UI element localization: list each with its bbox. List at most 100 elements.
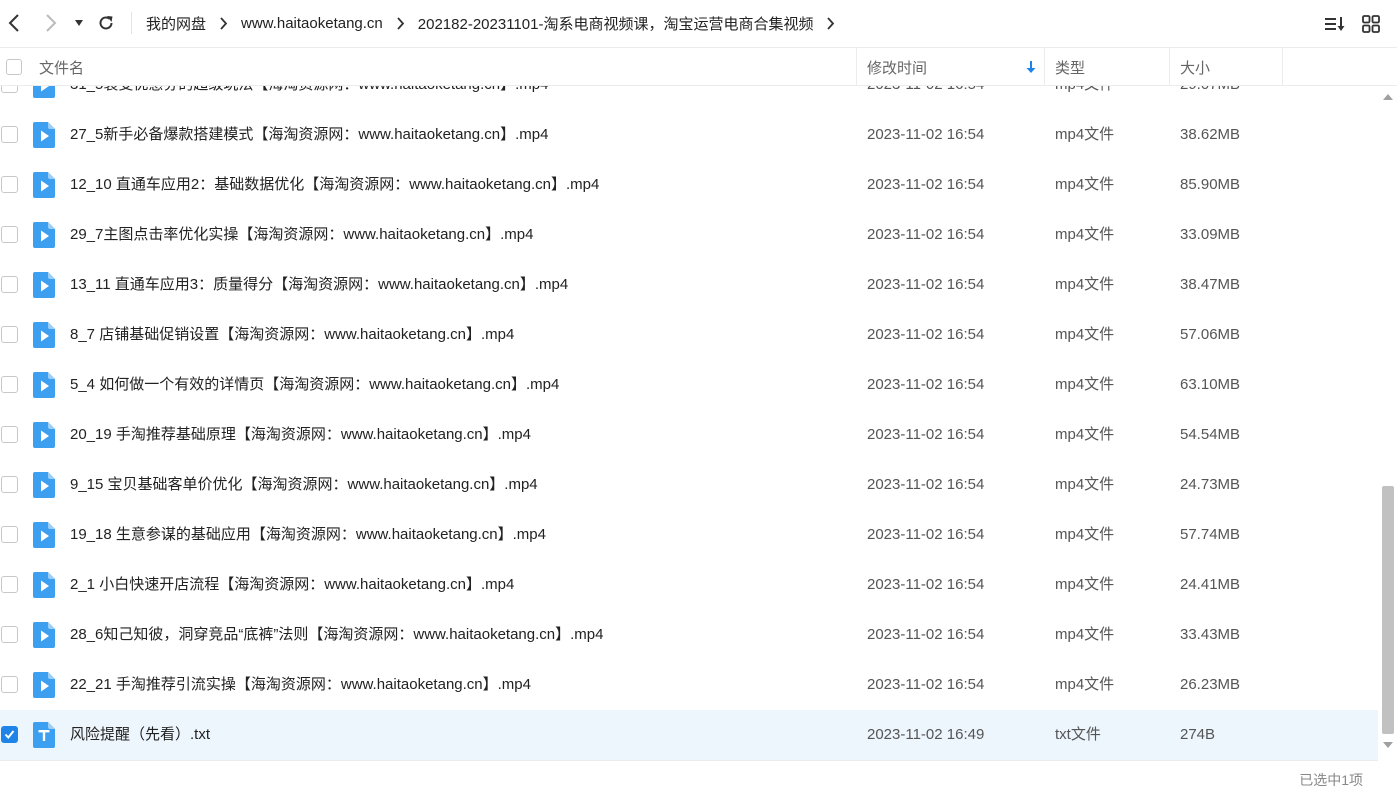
file-size: 26.23MB [1180,676,1241,693]
file-name[interactable]: 20_19 手淘推荐基础原理【海淘资源网：www.haitaoketang.cn… [70,410,531,460]
table-row[interactable]: 13_11 直通车应用3：质量得分【海淘资源网：www.haitaoketang… [0,260,1378,310]
breadcrumb-chevron-icon[interactable] [826,16,835,30]
table-row[interactable]: 9_15 宝贝基础客单价优化【海淘资源网：www.haitaoketang.cn… [0,460,1378,510]
row-checkbox[interactable] [1,426,18,443]
column-divider[interactable] [1169,48,1170,86]
refresh-button[interactable] [93,10,119,36]
column-divider[interactable] [1282,48,1283,86]
breadcrumb-chevron-icon [396,16,405,30]
row-checkbox[interactable] [1,176,18,193]
grid-view-button[interactable] [1359,12,1383,36]
back-button[interactable] [1,10,27,36]
file-type: mp4文件 [1055,526,1115,543]
row-checkbox[interactable] [1,126,18,143]
row-checkbox[interactable] [1,526,18,543]
row-checkbox[interactable] [1,226,18,243]
file-name[interactable]: 29_7主图点击率优化实操【海淘资源网：www.haitaoketang.cn】… [70,210,533,260]
file-size: 57.06MB [1180,326,1241,343]
file-name[interactable]: 12_10 直通车应用2：基础数据优化【海淘资源网：www.haitaoketa… [70,160,599,210]
table-row[interactable]: 20_19 手淘推荐基础原理【海淘资源网：www.haitaoketang.cn… [0,410,1378,460]
file-name[interactable]: 28_6知己知彼，洞穿竞品“底裤”法则【海淘资源网：www.haitaoketa… [70,610,603,660]
sort-list-icon [1325,17,1345,31]
table-row[interactable]: 19_18 生意参谋的基础应用【海淘资源网：www.haitaoketang.c… [0,510,1378,560]
video-file-icon [33,572,55,598]
row-checkbox[interactable] [1,676,18,693]
column-header-name[interactable]: 文件名 [39,48,84,86]
refresh-icon [99,16,113,30]
file-modified-time: 2023-11-02 16:54 [867,326,985,343]
row-checkbox[interactable] [1,626,18,643]
scrollbar-thumb[interactable] [1382,486,1394,734]
file-modified-time: 2023-11-02 16:54 [867,576,985,593]
table-row[interactable]: 31_5裂变优惠券的超级玩法【海淘资源网：www.haitaoketang.cn… [0,86,1378,110]
breadcrumb-item-folder[interactable]: 202182-20231101-淘系电商视频课，淘宝运营电商合集视频 [418,13,814,34]
column-header-size[interactable]: 大小 [1180,48,1210,86]
scroll-up-arrow-icon[interactable] [1382,92,1394,102]
file-type: mp4文件 [1055,226,1115,243]
file-type: mp4文件 [1055,626,1115,643]
row-checkbox[interactable] [1,376,18,393]
file-type: mp4文件 [1055,576,1115,593]
file-type: mp4文件 [1055,276,1115,293]
row-checkbox[interactable] [1,326,18,343]
triangle-down-icon [75,20,83,26]
row-checkbox[interactable] [1,476,18,493]
file-list: 31_5裂变优惠券的超级玩法【海淘资源网：www.haitaoketang.cn… [0,86,1378,760]
file-name[interactable]: 13_11 直通车应用3：质量得分【海淘资源网：www.haitaoketang… [70,260,568,310]
table-row[interactable]: 22_21 手淘推荐引流实操【海淘资源网：www.haitaoketang.cn… [0,660,1378,710]
breadcrumb-item-site[interactable]: www.haitaoketang.cn [241,15,383,32]
file-name[interactable]: 风险提醒（先看）.txt [70,710,210,760]
file-type: mp4文件 [1055,676,1115,693]
row-checkbox[interactable] [1,276,18,293]
table-row[interactable]: 风险提醒（先看）.txt 2023-11-02 16:49 txt文件 274B [0,710,1378,760]
file-type: mp4文件 [1055,376,1115,393]
row-checkbox[interactable] [1,726,18,743]
column-divider[interactable] [1044,48,1045,86]
video-file-icon [33,622,55,648]
table-row[interactable]: 2_1 小白快速开店流程【海淘资源网：www.haitaoketang.cn】.… [0,560,1378,610]
column-divider[interactable] [856,48,857,86]
table-row[interactable]: 28_6知己知彼，洞穿竞品“底裤”法则【海淘资源网：www.haitaoketa… [0,610,1378,660]
video-file-icon [33,122,55,148]
table-row[interactable]: 8_7 店铺基础促销设置【海淘资源网：www.haitaoketang.cn】.… [0,310,1378,360]
select-all-checkbox[interactable] [6,59,22,75]
toolbar-divider [131,12,132,34]
file-type: mp4文件 [1055,176,1115,193]
file-name[interactable]: 22_21 手淘推荐引流实操【海淘资源网：www.haitaoketang.cn… [70,660,531,710]
row-checkbox[interactable] [1,576,18,593]
file-modified-time: 2023-11-02 16:54 [867,176,985,193]
sort-button[interactable] [1323,12,1347,36]
column-header-type[interactable]: 类型 [1055,48,1085,86]
file-type: mp4文件 [1055,476,1115,493]
video-file-icon [33,272,55,298]
checkmark-icon [4,730,15,740]
grid-view-icon [1362,15,1380,33]
file-size: 274B [1180,726,1216,743]
table-row[interactable]: 27_5新手必备爆款搭建模式【海淘资源网：www.haitaoketang.cn… [0,110,1378,160]
file-name[interactable]: 27_5新手必备爆款搭建模式【海淘资源网：www.haitaoketang.cn… [70,110,548,160]
file-type: mp4文件 [1055,126,1115,143]
table-row[interactable]: 5_4 如何做一个有效的详情页【海淘资源网：www.haitaoketang.c… [0,360,1378,410]
file-name[interactable]: 9_15 宝贝基础客单价优化【海淘资源网：www.haitaoketang.cn… [70,460,538,510]
top-toolbar: 我的网盘 www.haitaoketang.cn 202182-20231101… [0,0,1397,46]
scroll-down-arrow-icon[interactable] [1382,740,1394,750]
history-dropdown-button[interactable] [68,10,90,36]
file-size: 29.07MB [1180,86,1240,110]
file-name[interactable]: 8_7 店铺基础促销设置【海淘资源网：www.haitaoketang.cn】.… [70,310,514,360]
file-type: mp4文件 [1055,326,1115,343]
file-name[interactable]: 5_4 如何做一个有效的详情页【海淘资源网：www.haitaoketang.c… [70,360,559,410]
file-name[interactable]: 31_5裂变优惠券的超级玩法【海淘资源网：www.haitaoketang.cn… [70,86,548,110]
file-name[interactable]: 2_1 小白快速开店流程【海淘资源网：www.haitaoketang.cn】.… [70,560,514,610]
file-name[interactable]: 19_18 生意参谋的基础应用【海淘资源网：www.haitaoketang.c… [70,510,546,560]
breadcrumb-item-root[interactable]: 我的网盘 [146,13,206,34]
file-modified-time: 2023-11-02 16:54 [867,276,985,293]
column-header-time[interactable]: 修改时间 [867,48,927,86]
vertical-scrollbar[interactable] [1379,86,1397,760]
table-row[interactable]: 29_7主图点击率优化实操【海淘资源网：www.haitaoketang.cn】… [0,210,1378,260]
row-checkbox[interactable] [1,86,18,93]
table-row[interactable]: 12_10 直通车应用2：基础数据优化【海淘资源网：www.haitaoketa… [0,160,1378,210]
selection-status: 已选中1项 [1299,772,1363,788]
file-modified-time: 2023-11-02 16:54 [867,526,985,543]
video-file-icon [33,172,55,198]
forward-button[interactable] [38,10,64,36]
